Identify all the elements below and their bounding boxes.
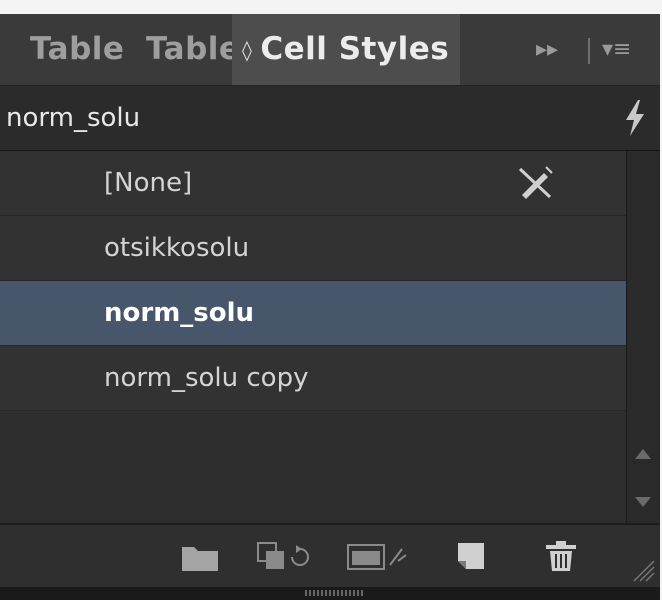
tab-table-1[interactable]: Table	[30, 14, 124, 85]
panel-footer	[0, 524, 660, 587]
folder-icon[interactable]	[180, 539, 220, 573]
current-style-name: norm_solu	[6, 103, 141, 133]
resize-grip-icon[interactable]	[630, 555, 656, 583]
style-list: [None] otsikkosolu norm_solu norm_solu c…	[0, 151, 626, 523]
clear-overrides-icon[interactable]	[346, 539, 410, 573]
trash-icon[interactable]	[544, 539, 578, 573]
scroll-down-icon[interactable]	[635, 497, 651, 507]
list-item-label: norm_solu	[104, 298, 255, 328]
collapse-panel-icon[interactable]: ▸▸	[536, 14, 558, 85]
new-style-icon[interactable]	[454, 539, 488, 573]
pen-crossed-icon	[518, 166, 553, 199]
list-item[interactable]: [None]	[0, 151, 626, 216]
list-item-label: norm_solu copy	[104, 363, 309, 393]
panel-bottom-edge	[0, 587, 660, 600]
scroll-up-icon[interactable]	[635, 449, 651, 459]
tab-cell-styles[interactable]: ◊ Cell Styles	[232, 14, 460, 85]
tab-table-2[interactable]: Table	[146, 14, 240, 85]
current-style-bar: norm_solu	[0, 86, 660, 151]
scrollbar[interactable]	[626, 151, 660, 523]
lightning-bolt-icon[interactable]	[620, 98, 650, 138]
list-item-label: [None]	[104, 168, 193, 198]
panel-menu-icon[interactable]: ▾≡	[602, 14, 631, 85]
list-item-selected[interactable]: norm_solu	[0, 281, 626, 346]
tab-bar-divider	[588, 38, 590, 64]
list-item[interactable]: otsikkosolu	[0, 216, 626, 281]
tab-cell-styles-label: Cell Styles	[260, 31, 450, 67]
tab-chevron-icon: ◊	[242, 38, 253, 62]
panel-tab-bar: Table Table ◊ Cell Styles ▸▸ ▾≡	[0, 14, 660, 86]
list-item-label: otsikkosolu	[104, 233, 250, 263]
load-styles-icon[interactable]	[256, 539, 316, 573]
cell-styles-panel: Table Table ◊ Cell Styles ▸▸ ▾≡ norm_solu…	[0, 14, 660, 600]
drag-handle[interactable]	[305, 590, 365, 596]
list-item[interactable]: norm_solu copy	[0, 346, 626, 411]
